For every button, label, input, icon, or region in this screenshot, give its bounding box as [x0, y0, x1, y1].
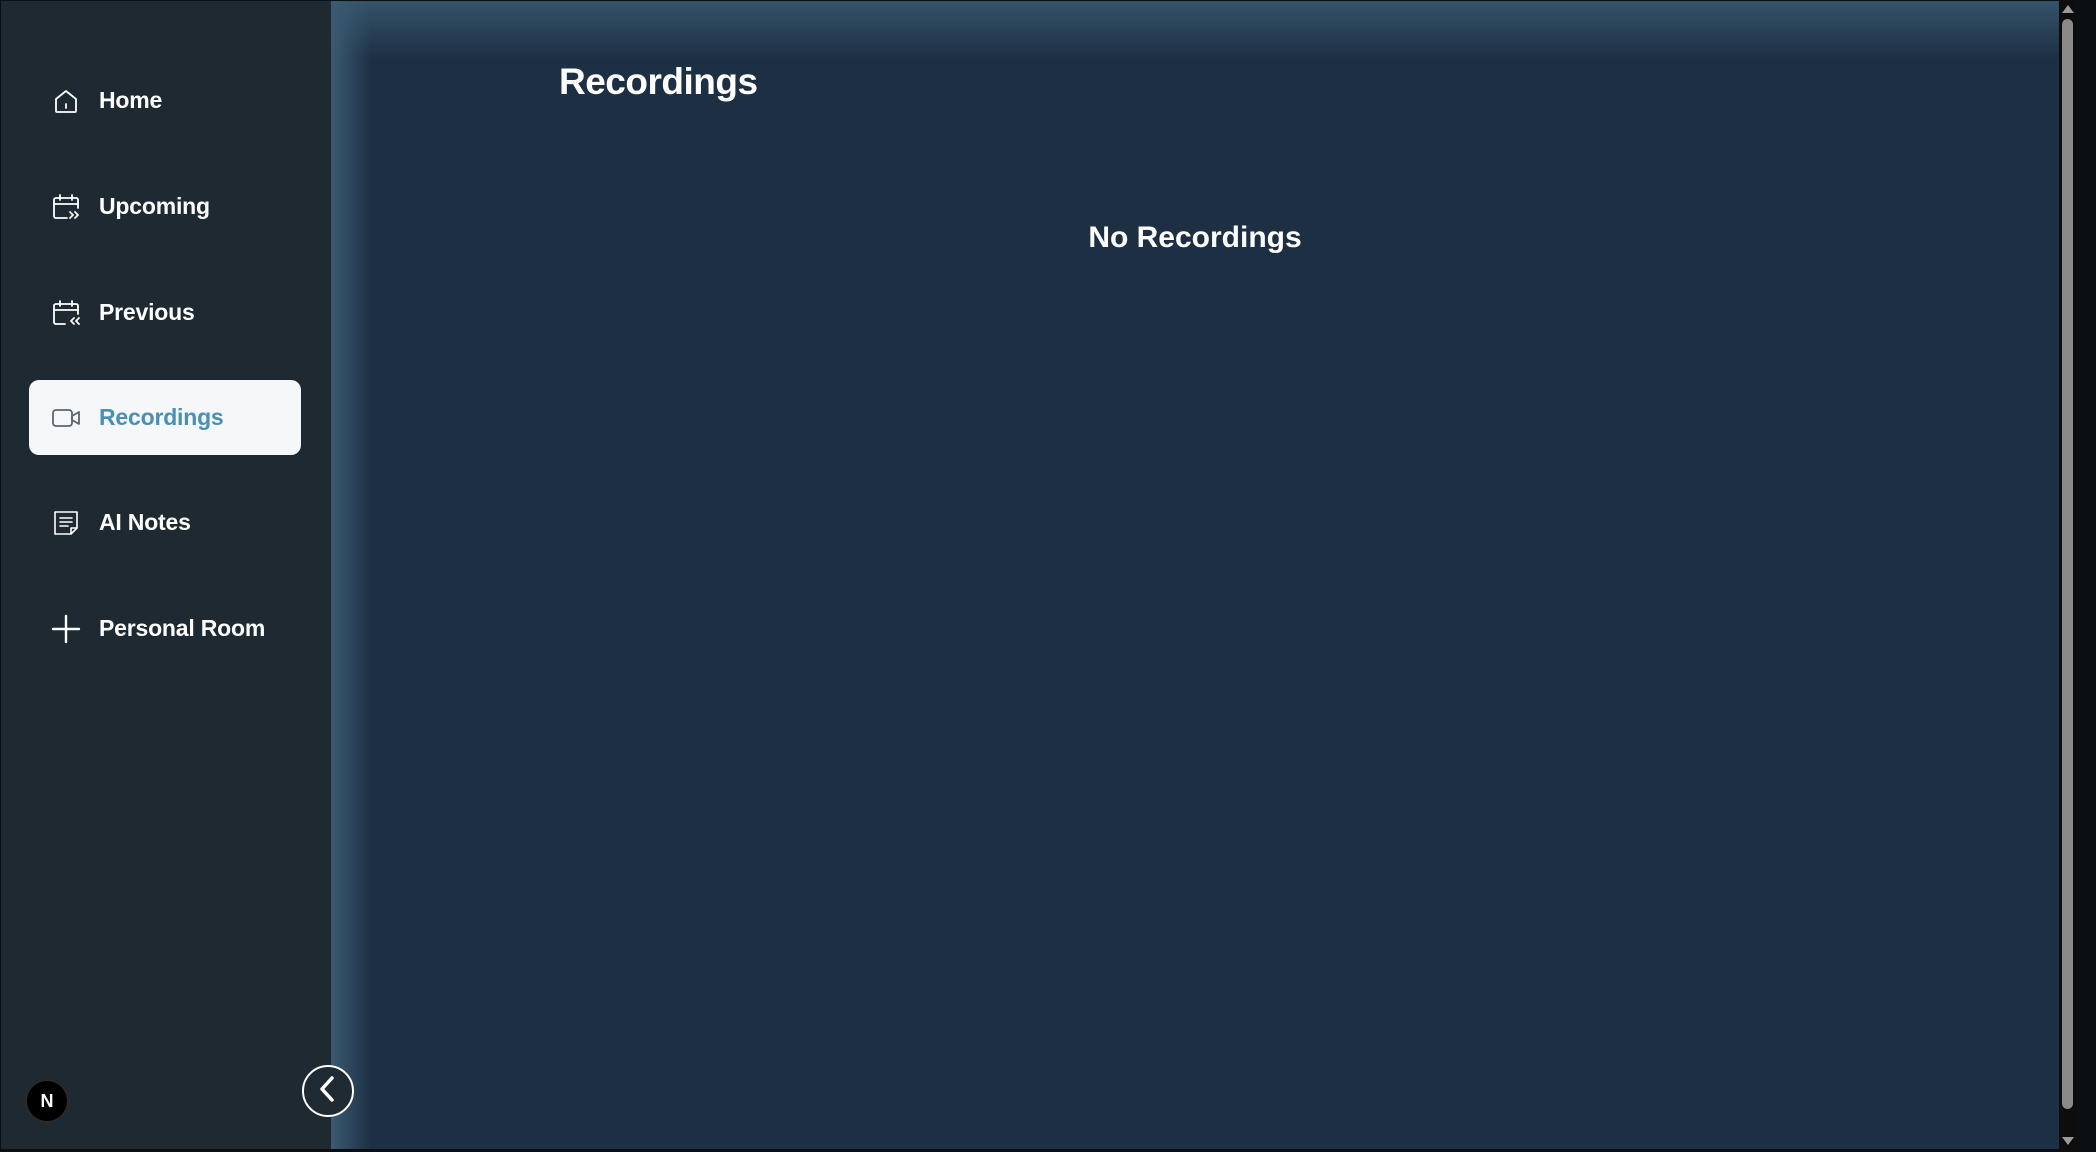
chevron-left-icon	[313, 1074, 343, 1109]
avatar[interactable]: N	[25, 1079, 69, 1123]
calendar-forward-icon	[49, 190, 83, 224]
plus-icon	[49, 612, 83, 646]
avatar-initial: N	[40, 1090, 54, 1111]
scroll-down-arrow-icon[interactable]	[2062, 1137, 2074, 1145]
vertical-scrollbar[interactable]	[2059, 1, 2076, 1149]
sidebar-item-label: Home	[99, 87, 163, 113]
sidebar-item-label: Previous	[99, 299, 195, 325]
empty-state-message: No Recordings	[1088, 221, 1302, 254]
sidebar-item-home[interactable]: Home	[29, 63, 301, 138]
home-icon	[49, 84, 83, 118]
notes-icon	[49, 506, 83, 540]
main-content: Recordings No Recordings	[331, 1, 2059, 1149]
scroll-up-arrow-icon[interactable]	[2062, 5, 2074, 13]
sidebar-item-personal-room[interactable]: Personal Room	[29, 591, 301, 666]
sidebar-item-ai-notes[interactable]: AI Notes	[29, 485, 301, 560]
sidebar-item-label: Personal Room	[99, 615, 266, 641]
sidebar-item-label: AI Notes	[99, 509, 191, 535]
sidebar-item-upcoming[interactable]: Upcoming	[29, 169, 301, 244]
video-icon	[49, 401, 83, 435]
sidebar-item-recordings[interactable]: Recordings	[29, 380, 301, 455]
calendar-back-icon	[49, 296, 83, 330]
sidebar: Home Upcoming Previous Recordings AI Not…	[1, 1, 354, 1149]
sidebar-item-label: Recordings	[99, 404, 224, 430]
scrollbar-thumb[interactable]	[2062, 19, 2073, 1109]
collapse-sidebar-button[interactable]	[302, 1065, 354, 1117]
app-window: Home Upcoming Previous Recordings AI Not…	[1, 1, 2076, 1149]
page-title: Recordings	[559, 61, 758, 102]
sidebar-item-previous[interactable]: Previous	[29, 275, 301, 350]
sidebar-item-label: Upcoming	[99, 193, 210, 219]
